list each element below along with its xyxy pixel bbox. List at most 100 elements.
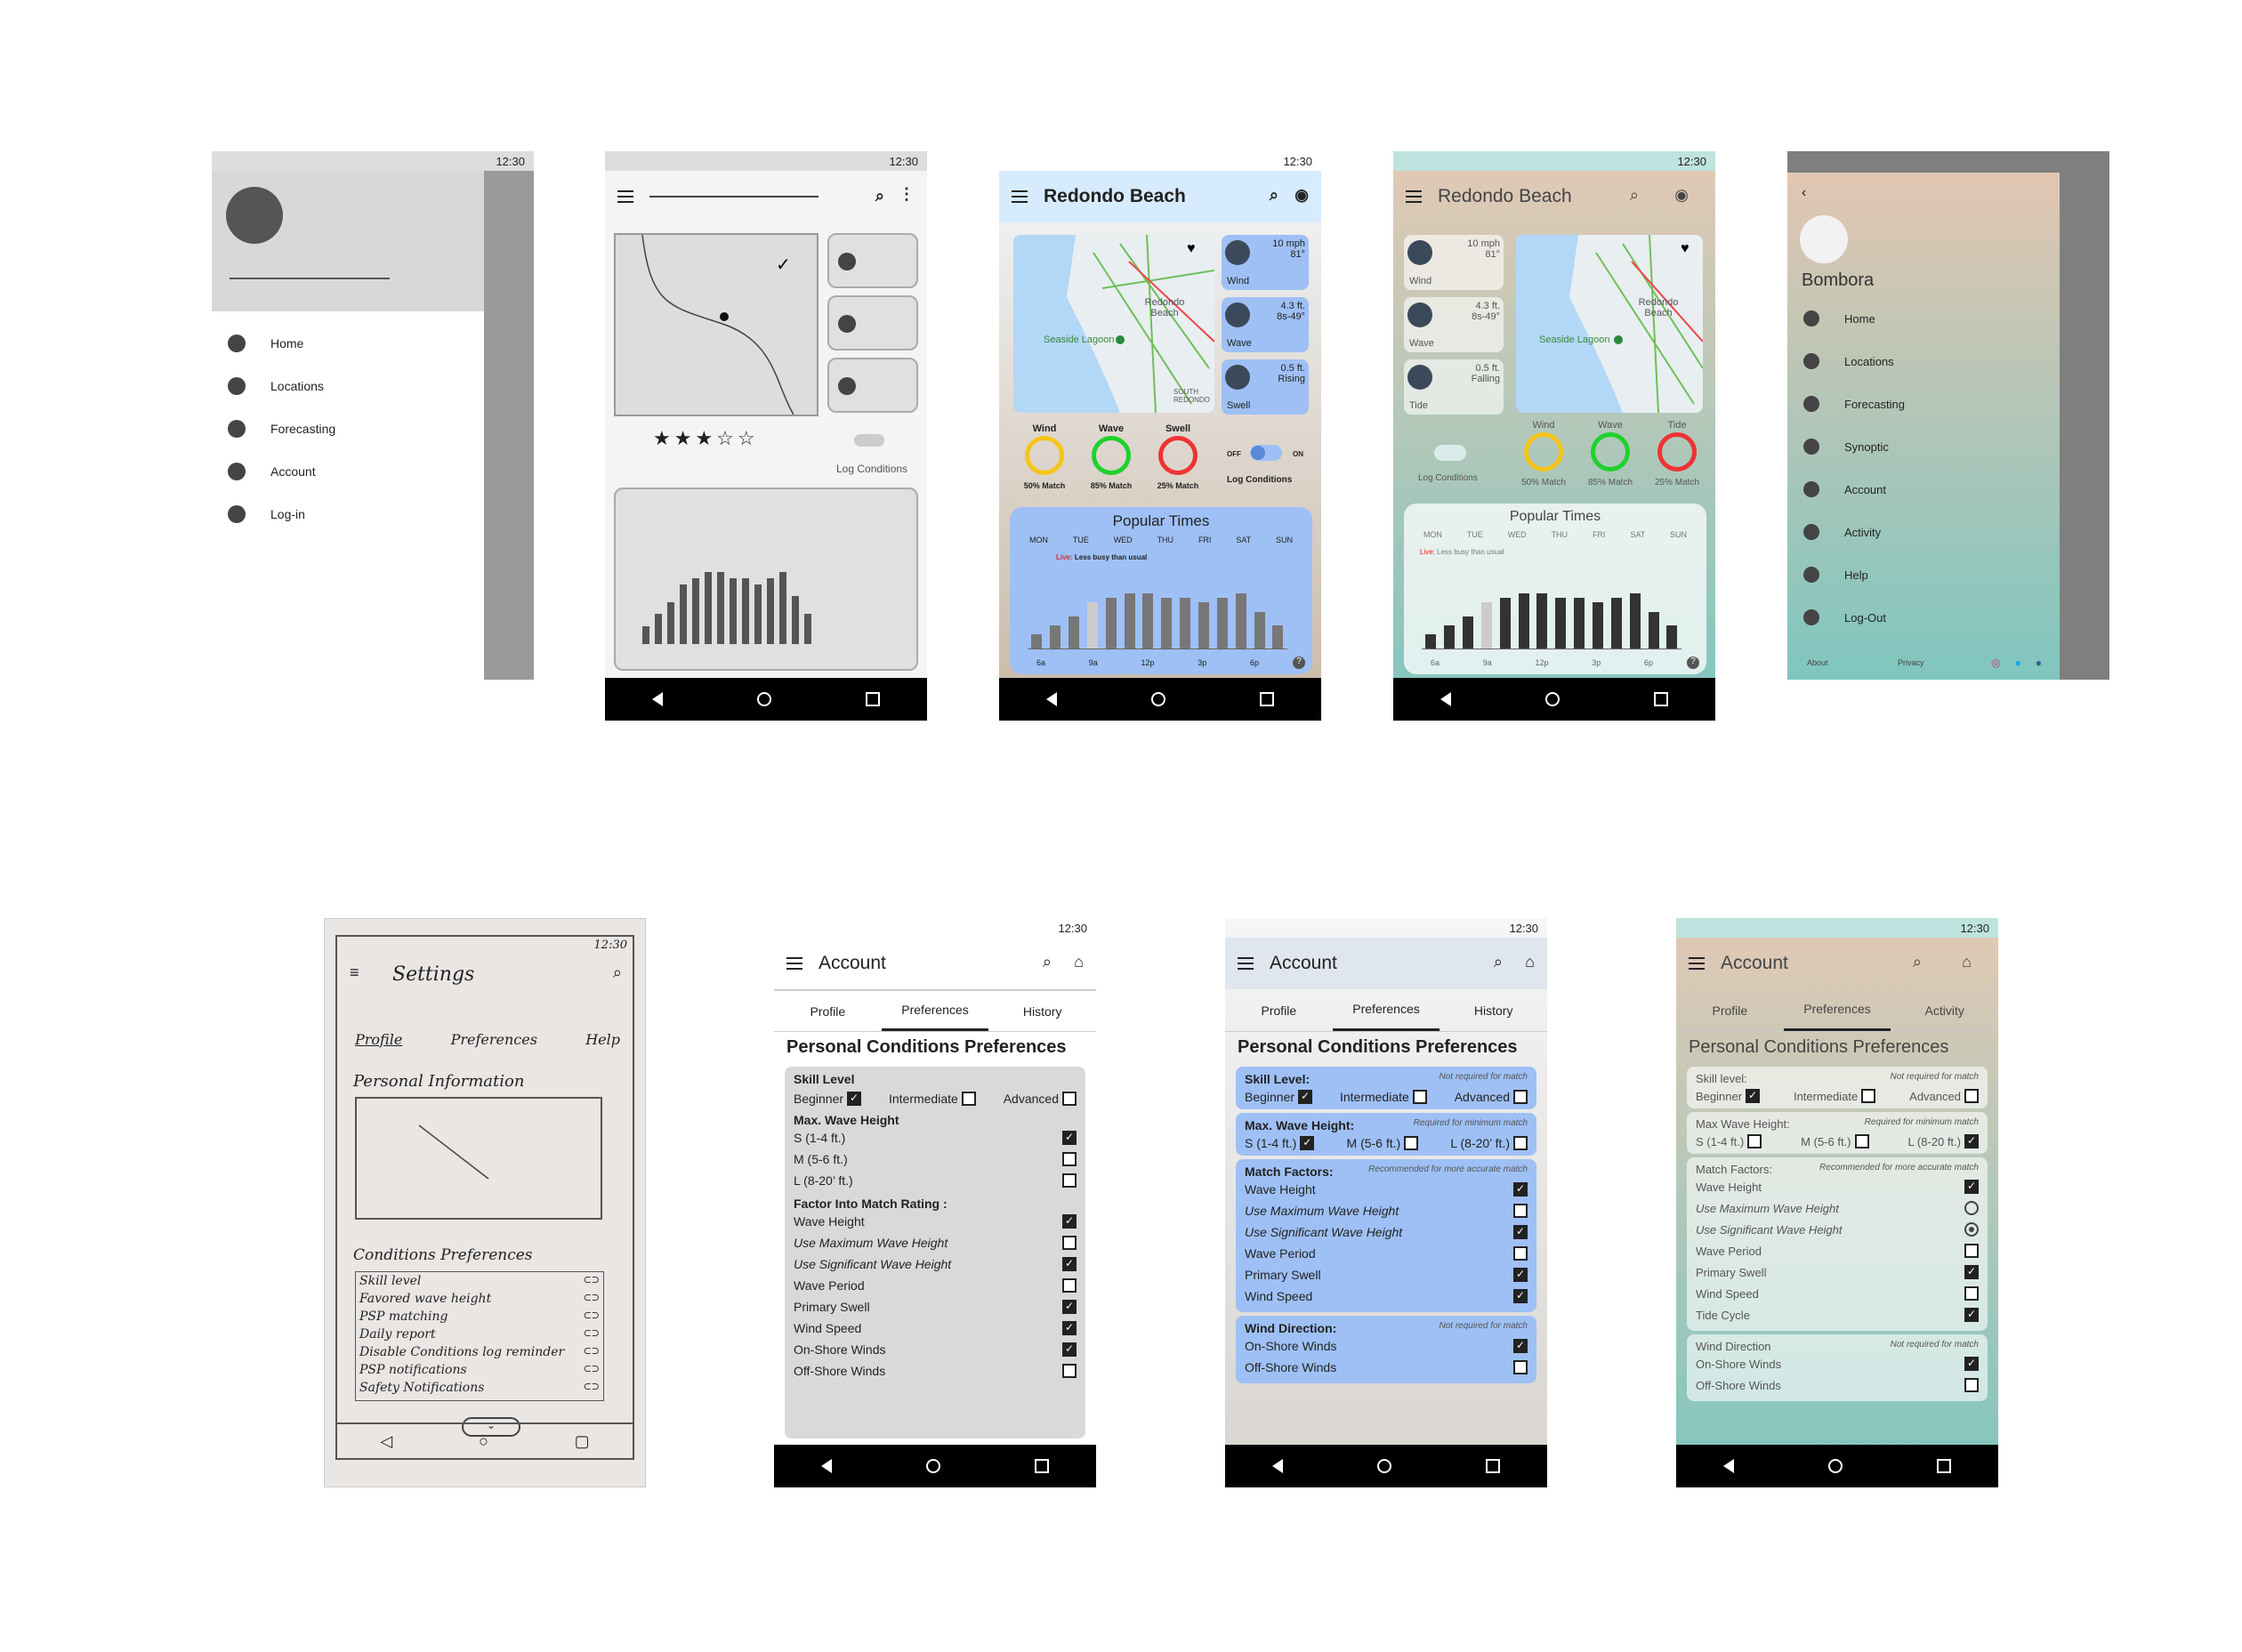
back-icon[interactable] <box>1440 692 1451 706</box>
search-icon[interactable]: ⌕ <box>1043 953 1052 971</box>
search-icon[interactable]: ⌕ <box>1913 953 1922 971</box>
option-0[interactable]: S (1-4 ft.) <box>1245 1136 1315 1150</box>
option-row[interactable]: Off-Shore Winds <box>1696 1374 1979 1396</box>
checkbox-icon[interactable] <box>961 1092 976 1106</box>
checkbox-icon[interactable] <box>1062 1152 1077 1166</box>
checkbox-icon[interactable] <box>1062 1131 1077 1145</box>
instagram-icon[interactable]: ◎ <box>1991 657 2000 669</box>
checkbox-icon[interactable] <box>1062 1342 1077 1357</box>
option-row[interactable]: Use Significant Wave Height <box>794 1253 1077 1275</box>
option-row[interactable]: Primary Swell <box>1696 1261 1979 1283</box>
drawer-item-log-in[interactable]: Log-in <box>212 493 484 536</box>
footer-about[interactable]: About <box>1807 658 1828 667</box>
checkbox-icon[interactable] <box>1513 1182 1528 1197</box>
option-row[interactable]: Wave Period <box>794 1275 1077 1296</box>
conditions-chip-wind[interactable]: 10 mph 81° Wind <box>1404 235 1504 290</box>
tab-profile[interactable]: Profile <box>774 991 882 1031</box>
option-1[interactable]: Intermediate <box>1794 1089 1876 1103</box>
home-icon[interactable] <box>1828 1459 1843 1473</box>
option-row[interactable]: On-Shore Winds <box>1245 1335 1528 1357</box>
day-label[interactable]: TUE <box>1073 536 1089 544</box>
log-toggle[interactable] <box>1250 445 1282 461</box>
checkbox-icon[interactable] <box>1513 1090 1528 1104</box>
tab-preferences[interactable]: Preferences <box>881 991 989 1031</box>
conditions-chip-wave[interactable]: 4.3 ft. 8s-49° Wave <box>1222 297 1309 352</box>
footer-privacy[interactable]: Privacy <box>1898 658 1924 667</box>
day-label[interactable]: MON <box>1423 530 1442 539</box>
checkbox-icon[interactable] <box>1062 1300 1077 1314</box>
search-icon[interactable]: ⌕ <box>1630 186 1639 205</box>
menu-icon[interactable] <box>1012 190 1028 203</box>
option-row[interactable]: Tide Cycle <box>1696 1304 1979 1326</box>
day-label[interactable]: SUN <box>1670 530 1687 539</box>
help-icon[interactable]: ? <box>1293 657 1305 669</box>
checkbox-icon[interactable] <box>1513 1246 1528 1261</box>
checkbox-icon[interactable] <box>1964 1265 1979 1279</box>
option-row[interactable]: Wave Height <box>1696 1176 1979 1197</box>
back-icon[interactable] <box>1046 692 1057 706</box>
tab-history[interactable]: History <box>1440 989 1547 1031</box>
help-icon[interactable]: ? <box>1687 657 1699 669</box>
day-label[interactable]: THU <box>1157 536 1174 544</box>
day-label[interactable]: MON <box>1029 536 1048 544</box>
conditions-chip-wind[interactable]: 10 mph 81° Wind <box>1222 235 1309 290</box>
conditions-chip-wave[interactable]: 4.3 ft. 8s-49° Wave <box>1404 297 1504 352</box>
toggle-sketch-icon[interactable]: ⊂⊃ <box>584 1345 600 1363</box>
checkbox-icon[interactable] <box>1062 1364 1077 1378</box>
back-icon[interactable] <box>1723 1459 1734 1473</box>
pref-row[interactable]: PSP notifications ⊂⊃ <box>359 1363 600 1381</box>
gauge-wave[interactable]: Wave 85% Match <box>1579 420 1641 496</box>
day-label[interactable]: FRI <box>1593 530 1606 539</box>
toggle-sketch-icon[interactable]: ⊂⊃ <box>584 1363 600 1381</box>
gauge-tide[interactable]: Tide 25% Match <box>1646 420 1708 496</box>
checkbox-icon[interactable] <box>1513 1339 1528 1353</box>
drawer-item-home[interactable]: Home <box>212 322 484 365</box>
toggle-sketch-icon[interactable]: ⊂⊃ <box>584 1274 600 1292</box>
facebook-icon[interactable]: ● <box>2036 657 2042 669</box>
map-placeholder[interactable]: ✓ <box>614 233 819 416</box>
drawer-item-account[interactable]: Account <box>212 450 484 493</box>
option-0[interactable]: Beginner <box>1696 1089 1761 1103</box>
checkbox-icon[interactable] <box>1513 1289 1528 1303</box>
option-row[interactable]: Primary Swell <box>1245 1264 1528 1285</box>
checkbox-icon[interactable] <box>1298 1090 1313 1104</box>
option-row[interactable]: Use Maximum Wave Height <box>1245 1200 1528 1221</box>
option-2[interactable]: Advanced <box>1455 1090 1528 1104</box>
checkbox-icon[interactable] <box>1964 1180 1979 1194</box>
radio-icon[interactable] <box>1964 1201 1979 1215</box>
option-row[interactable]: On-Shore Winds <box>794 1339 1077 1360</box>
checkbox-icon[interactable] <box>1964 1357 1979 1371</box>
option-2[interactable]: L (8-20 ft.) <box>1908 1134 1979 1148</box>
toggle-sketch-icon[interactable]: ⊂⊃ <box>584 1381 600 1398</box>
option-row[interactable]: Wind Speed <box>1696 1283 1979 1304</box>
option-0[interactable]: Beginner <box>794 1092 862 1106</box>
pref-row[interactable]: Favored wave height ⊂⊃ <box>359 1292 600 1310</box>
more-icon[interactable]: ⋮ <box>899 185 915 204</box>
log-toggle[interactable] <box>1434 445 1466 461</box>
option-row[interactable]: Use Maximum Wave Height <box>794 1232 1077 1253</box>
option-row[interactable]: M (5-6 ft.) <box>794 1148 1077 1170</box>
menu-icon[interactable] <box>1406 190 1422 203</box>
checkbox-icon[interactable] <box>1062 1257 1077 1271</box>
checkbox-icon[interactable] <box>1513 1204 1528 1218</box>
day-label[interactable]: SUN <box>1276 536 1293 544</box>
recents-icon[interactable]: ▢ <box>575 1432 590 1451</box>
back-icon[interactable] <box>821 1459 832 1473</box>
conditions-chip-tide[interactable]: 0.5 ft. Falling Tide <box>1404 359 1504 415</box>
back-icon[interactable]: ◁ <box>380 1432 392 1451</box>
checkbox-icon[interactable] <box>1062 1278 1077 1293</box>
conditions-chip-swell[interactable]: 0.5 ft. Rising Swell <box>1222 359 1309 415</box>
option-row[interactable]: Wave Height <box>1245 1179 1528 1200</box>
option-row[interactable]: Wave Period <box>1245 1243 1528 1264</box>
checkbox-icon[interactable] <box>1513 1268 1528 1282</box>
menu-icon[interactable] <box>617 190 633 203</box>
search-icon[interactable]: ⌕ <box>1270 186 1278 205</box>
pref-row[interactable]: PSP matching ⊂⊃ <box>359 1310 600 1327</box>
home-icon[interactable] <box>926 1459 940 1473</box>
home-icon[interactable] <box>1545 692 1560 706</box>
log-toggle[interactable] <box>854 434 884 447</box>
checkbox-icon[interactable] <box>847 1092 862 1106</box>
radio-icon[interactable] <box>1964 1222 1979 1237</box>
twitter-icon[interactable]: ● <box>2015 657 2021 669</box>
option-row[interactable]: Off-Shore Winds <box>1245 1357 1528 1378</box>
